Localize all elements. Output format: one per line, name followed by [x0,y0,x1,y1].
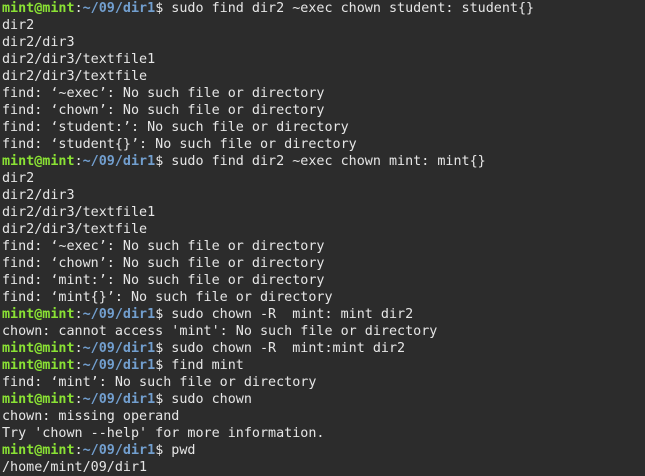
command-text: sudo find dir2 ~exec chown mint: mint{} [163,154,486,169]
output-line: dir2/dir3/textfile [2,68,645,85]
prompt-user-host: mint@mint [2,1,75,16]
output-text: find: ‘student{}’: No such file or direc… [2,137,357,152]
output-text: find: ‘~exec’: No such file or directory [2,239,325,254]
output-text: find: ‘mint:’: No such file or directory [2,273,325,288]
command-text: sudo chown -R mint:mint dir2 [163,341,406,356]
prompt-line: mint@mint:~/09/dir1$ sudo chown -R mint:… [2,306,645,323]
output-line: find: ‘chown’: No such file or directory [2,102,645,119]
output-text: chown: missing operand [2,409,180,424]
output-text: chown: cannot access 'mint': No such fil… [2,324,438,339]
output-line: chown: cannot access 'mint': No such fil… [2,323,645,340]
prompt-cwd: ~/09/dir1 [82,392,156,407]
output-line: chown: missing operand [2,408,645,425]
output-text: dir2/dir3/textfile [2,222,148,237]
command-text: sudo find dir2 ~exec chown student: stud… [163,1,535,16]
output-text: find: ‘mint{}’: No such file or director… [2,290,333,305]
prompt-cwd: ~/09/dir1 [82,1,156,16]
prompt-cwd: ~/09/dir1 [82,358,156,373]
output-text: find: ‘mint’: No such file or directory [2,375,317,390]
output-line: find: ‘mint:’: No such file or directory [2,272,645,289]
output-line: dir2/dir3/textfile1 [2,204,645,221]
output-line: Try 'chown --help' for more information. [2,425,645,442]
output-line: find: ‘student{}’: No such file or direc… [2,136,645,153]
terminal-window[interactable]: mint@mint:~/09/dir1$ sudo find dir2 ~exe… [0,0,645,476]
output-line: find: ‘~exec’: No such file or directory [2,85,645,102]
command-text: sudo chown [163,392,252,407]
prompt-colon: : [74,154,83,169]
output-line: find: ‘mint’: No such file or directory [2,374,645,391]
output-line: dir2 [2,17,645,34]
output-line: find: ‘student:’: No such file or direct… [2,119,645,136]
output-line: dir2/dir3 [2,187,645,204]
command-text: find mint [163,358,244,373]
prompt-line: mint@mint:~/09/dir1$ sudo find dir2 ~exe… [2,153,645,170]
output-text: dir2/dir3 [2,35,75,50]
output-line: dir2 [2,170,645,187]
output-line: find: ‘mint{}’: No such file or director… [2,289,645,306]
prompt-user-host: mint@mint [2,154,75,169]
prompt-cwd: ~/09/dir1 [82,341,156,356]
output-line: /home/mint/09/dir1 [2,459,645,476]
output-text: find: ‘chown’: No such file or directory [2,256,325,271]
prompt-user-host: mint@mint [2,443,75,458]
output-text: /home/mint/09/dir1 [2,460,148,475]
prompt-colon: : [74,307,83,322]
terminal-output: mint@mint:~/09/dir1$ sudo find dir2 ~exe… [2,0,645,476]
command-text: pwd [163,443,196,458]
prompt-user-host: mint@mint [2,392,75,407]
prompt-user-host: mint@mint [2,307,75,322]
prompt-cwd: ~/09/dir1 [82,154,156,169]
prompt-user-host: mint@mint [2,358,75,373]
prompt-colon: : [74,443,83,458]
prompt-line: mint@mint:~/09/dir1$ sudo chown [2,391,645,408]
prompt-colon: : [74,392,83,407]
prompt-colon: : [74,341,83,356]
prompt-line: mint@mint:~/09/dir1$ find mint [2,357,645,374]
output-line: find: ‘chown’: No such file or directory [2,255,645,272]
output-text: find: ‘~exec’: No such file or directory [2,86,325,101]
output-text: find: ‘chown’: No such file or directory [2,103,325,118]
prompt-colon: : [74,1,83,16]
output-text: dir2/dir3/textfile [2,69,148,84]
prompt-cwd: ~/09/dir1 [82,443,156,458]
output-text: dir2 [2,171,35,186]
output-text: dir2 [2,18,35,33]
output-text: Try 'chown --help' for more information. [2,426,325,441]
prompt-line: mint@mint:~/09/dir1$ sudo chown -R mint:… [2,340,645,357]
prompt-user-host: mint@mint [2,341,75,356]
output-line: dir2/dir3/textfile1 [2,51,645,68]
prompt-line: mint@mint:~/09/dir1$ sudo find dir2 ~exe… [2,0,645,17]
prompt-line: mint@mint:~/09/dir1$ pwd [2,442,645,459]
output-text: find: ‘student:’: No such file or direct… [2,120,349,135]
output-text: dir2/dir3/textfile1 [2,52,156,67]
output-line: find: ‘~exec’: No such file or directory [2,238,645,255]
command-text: sudo chown -R mint: mint dir2 [163,307,414,322]
prompt-cwd: ~/09/dir1 [82,307,156,322]
output-text: dir2/dir3 [2,188,75,203]
output-line: dir2/dir3/textfile [2,221,645,238]
output-text: dir2/dir3/textfile1 [2,205,156,220]
prompt-colon: : [74,358,83,373]
output-line: dir2/dir3 [2,34,645,51]
